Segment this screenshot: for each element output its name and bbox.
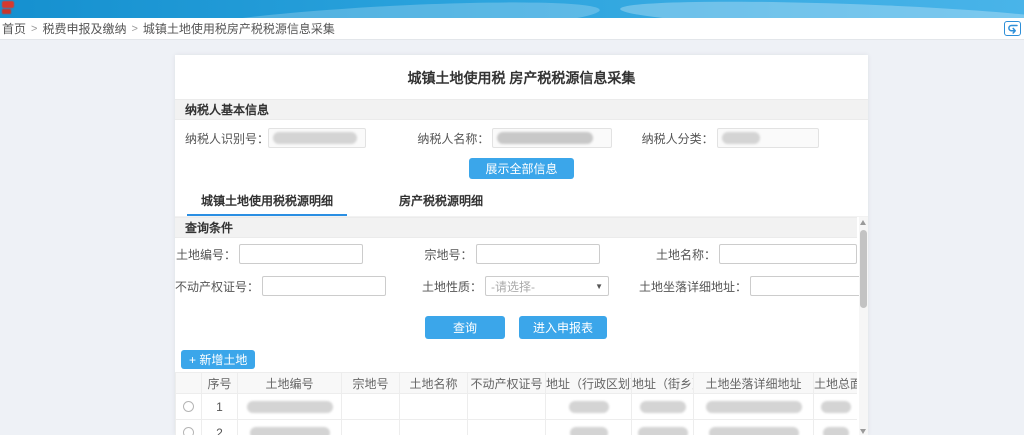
query-row-1: 土地编号： 宗地号： 土地名称： (175, 238, 857, 270)
undo-arrow-icon (1007, 24, 1018, 34)
redacted-value (497, 132, 593, 144)
source-detail-tabs: 城镇土地使用税税源明细 房产税税源明细 (175, 185, 868, 217)
taxpayer-id-label: 纳税人识别号： (185, 130, 265, 147)
land-name-label: 土地名称： (630, 246, 716, 263)
row-seq: 2 (202, 420, 238, 435)
show-all-info-button[interactable]: 展示全部信息 (469, 158, 573, 179)
col-address-township: 地址（街乡） (632, 373, 694, 394)
land-name-input[interactable] (719, 244, 857, 264)
land-number-field: 土地编号： (175, 244, 363, 264)
parcel-number-input[interactable] (476, 244, 600, 264)
taxpayer-fields-row: 纳税人识别号： 纳税人名称： 纳税人分类： (175, 120, 868, 154)
land-address-label: 土地坐落详细地址： (639, 278, 747, 295)
row-seq: 1 (202, 394, 238, 420)
top-banner (0, 0, 1024, 18)
vertical-scrollbar-thumb[interactable] (860, 230, 867, 308)
table-header-row: 序号 土地编号 宗地号 土地名称 不动产权证号 地址（行政区划） 地址（街乡） … (176, 373, 858, 394)
page-background: 城镇土地使用税 房产税税源信息采集 纳税人基本信息 纳税人识别号： 纳税人名称：… (0, 55, 1024, 435)
breadcrumb-tax-declaration[interactable]: 税费申报及缴纳 (42, 20, 126, 37)
land-name-field: 土地名称： (630, 244, 857, 264)
breadcrumb-home[interactable]: 首页 (2, 20, 26, 37)
col-land-name: 土地名称 (400, 373, 468, 394)
land-table: 序号 土地编号 宗地号 土地名称 不动产权证号 地址（行政区划） 地址（街乡） … (175, 372, 857, 435)
enter-declaration-button[interactable]: 进入申报表 (519, 316, 607, 339)
section-taxpayer-info: 纳税人基本信息 (175, 99, 868, 120)
vertical-scrollbar[interactable] (859, 217, 868, 435)
page-title: 城镇土地使用税 房产税税源信息采集 (175, 55, 868, 99)
breadcrumb-current-page: 城镇土地使用税房产税税源信息采集 (143, 20, 335, 37)
col-detail-address: 土地坐落详细地址 (694, 373, 814, 394)
redacted-value (250, 427, 330, 435)
row-radio[interactable] (183, 401, 194, 412)
table-row[interactable]: 1 (176, 394, 858, 420)
property-cert-label: 不动产权证号： (175, 278, 259, 295)
parcel-number-field: 宗地号： (405, 244, 599, 264)
redacted-value (706, 401, 802, 413)
col-property-cert: 不动产权证号 (468, 373, 546, 394)
search-button[interactable]: 查询 (425, 316, 505, 339)
land-address-field: 土地坐落详细地址： (639, 276, 868, 296)
query-row-2: 不动产权证号： 土地性质： -请选择- ▼ 土地坐落详细地址： (175, 270, 857, 302)
table-row[interactable]: 2 (176, 420, 858, 435)
select-column-header (176, 373, 202, 394)
redacted-value (638, 427, 688, 435)
banner-wave (180, 0, 601, 18)
redacted-value (722, 132, 760, 144)
land-address-input[interactable] (750, 276, 868, 296)
col-seq: 序号 (202, 373, 238, 394)
breadcrumb: 首页 > 税费申报及缴纳 > 城镇土地使用税房产税税源信息采集 (0, 18, 1024, 40)
redacted-value (273, 132, 357, 144)
tab-content-area: 查询条件 土地编号： 宗地号： 土地名称： 不动产权证号： (175, 217, 868, 435)
land-number-label: 土地编号： (175, 246, 236, 263)
land-nature-field: 土地性质： -请选择- ▼ (422, 276, 609, 296)
col-land-number: 土地编号 (238, 373, 342, 394)
tab-property-tax[interactable]: 房产税税源明细 (385, 189, 497, 216)
redacted-value (709, 427, 799, 435)
breadcrumb-separator: > (131, 23, 137, 35)
scroll-down-icon[interactable] (860, 429, 866, 434)
redacted-value (247, 401, 333, 413)
banner-wave (620, 0, 1024, 18)
section-query-conditions: 查询条件 (175, 217, 857, 238)
redacted-value (823, 427, 849, 435)
land-number-input[interactable] (239, 244, 363, 264)
col-address-district: 地址（行政区划） (546, 373, 632, 394)
col-total-area: 土地总面积 (814, 373, 858, 394)
scroll-up-icon[interactable] (860, 220, 866, 225)
property-cert-field: 不动产权证号： (175, 276, 380, 296)
land-nature-select[interactable]: -请选择- ▼ (485, 276, 609, 296)
taxpayer-category-label: 纳税人分类： (634, 130, 714, 147)
redacted-value (640, 401, 686, 413)
land-table-viewport: 序号 土地编号 宗地号 土地名称 不动产权证号 地址（行政区划） 地址（街乡） … (175, 372, 857, 435)
query-actions: 查询 进入申报表 (175, 316, 857, 339)
property-cert-input[interactable] (262, 276, 386, 296)
parcel-number-label: 宗地号： (405, 246, 472, 263)
redacted-value (570, 427, 608, 435)
taxpayer-name-value (492, 128, 612, 148)
taxpayer-id-value (268, 128, 366, 148)
back-button[interactable] (1004, 21, 1021, 36)
taxpayer-name-label: 纳税人名称： (409, 130, 489, 147)
redacted-value (569, 401, 609, 413)
redacted-value (821, 401, 851, 413)
taxpayer-category-field: 纳税人分类： (634, 128, 858, 148)
land-nature-label: 土地性质： (422, 278, 482, 295)
row-radio[interactable] (183, 427, 194, 435)
tax-bureau-logo (2, 1, 17, 16)
land-nature-placeholder: -请选择- (491, 278, 535, 295)
taxpayer-category-value (717, 128, 819, 148)
collection-panel: 城镇土地使用税 房产税税源信息采集 纳税人基本信息 纳税人识别号： 纳税人名称：… (175, 55, 868, 435)
col-parcel-number: 宗地号 (342, 373, 400, 394)
tab-urban-land-use-tax[interactable]: 城镇土地使用税税源明细 (187, 189, 347, 216)
taxpayer-name-field: 纳税人名称： (409, 128, 633, 148)
taxpayer-id-field: 纳税人识别号： (185, 128, 409, 148)
add-land-button[interactable]: + 新增土地 (181, 350, 255, 369)
chevron-down-icon: ▼ (595, 282, 603, 291)
breadcrumb-separator: > (31, 23, 37, 35)
